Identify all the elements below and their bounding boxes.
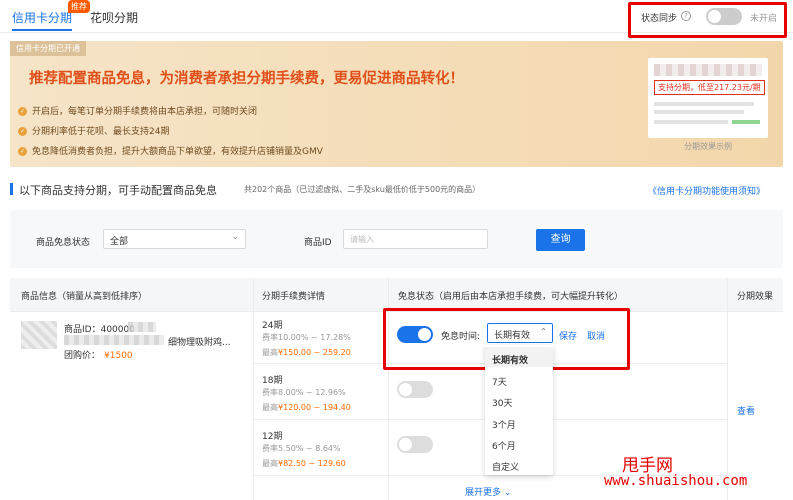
option-long-term[interactable]: 长期有效 [492,353,528,366]
product-name: 细物理吸附鸡... [168,338,231,348]
option-7-days[interactable]: 7天 [492,375,507,388]
section-subtitle: 共202个商品（已过滤虚拟、二手及sku最低价低于500元的商品） [244,185,481,194]
product-id: 商品ID：400000 [64,325,135,335]
status-filter-select[interactable]: 全部 ⌄ [103,229,246,249]
free-interest-toggle-12[interactable] [397,436,433,453]
rate-12: 费率5.50% ~ 8.64% [262,444,341,453]
product-id-input[interactable]: 请输入 [343,229,488,249]
max-fee-18: 最高¥120.00 ~ 194.40 [262,403,351,412]
product-thumbnail [21,321,57,349]
product-price: 团购价： ¥1500 [64,351,133,361]
product-id-label: 商品ID [304,238,332,248]
option-3-months[interactable]: 3个月 [492,418,516,431]
preview-caption: 分期效果示例 [684,142,732,151]
blurred-title [64,335,164,345]
status-filter-label: 商品免息状态 [36,238,91,248]
banner-title: 推荐配置商品免息，为消费者承担分期手续费，更易促进商品转化！ [29,71,464,87]
installment-preview: 支持分期，低至217.23元/期 [648,58,768,138]
watermark-url: www.shuaishou.com [604,473,748,489]
check-icon: ✓ [18,127,27,136]
benefit-item: ✓ 分期利率低于花呗、最长支持24期 [18,127,170,137]
max-fee-24: 最高¥150.00 ~ 259.20 [262,348,351,357]
period-18: 18期 [262,376,283,386]
rate-18: 费率8.00% ~ 12.96% [262,388,346,397]
preview-line [654,120,728,124]
preview-promo: 支持分期，低至217.23元/期 [654,80,765,95]
section-title: 以下商品支持分期，可手动配置商品免息 [19,184,217,197]
banner-tag: 信用卡分期已开通 [10,41,86,56]
column-header-effect: 分期效果 [737,292,774,302]
free-interest-toggle-18[interactable] [397,381,433,398]
section-marker [10,183,13,195]
column-header-free-status: 免息状态（启用后由本店承担手续费，可大幅提升转化） [398,292,624,302]
active-tab-underline [12,29,72,31]
period-24: 24期 [262,321,283,331]
tab-credit-card-installment[interactable]: 信用卡分期 [12,9,72,26]
preview-blurred-image [654,64,762,76]
check-icon: ✓ [18,107,27,116]
option-6-months[interactable]: 6个月 [492,439,516,452]
preview-line [654,102,754,106]
rate-24: 费率10.00% ~ 17.28% [262,333,351,342]
benefit-item: ✓ 开启后，每笔订单分期手续费将由本店承担，可随时关闭 [18,107,258,117]
chevron-down-icon: ⌄ [501,488,512,498]
benefit-item: ✓ 免息降低消费者负担，提升大额商品下单欲望，有效提升店铺销量及GMV [18,147,323,157]
preview-line [654,110,744,114]
search-button[interactable]: 查询 [536,229,585,251]
highlight-box-sync [628,2,787,38]
toggle-knob [399,383,412,396]
tab-huabei-installment[interactable]: 花呗分期 [90,9,138,26]
usage-notice-link[interactable]: 《信用卡分期功能使用须知》 [648,184,765,197]
recommend-badge: 推荐 [68,0,90,13]
preview-green-mark [732,120,760,124]
period-12: 12期 [262,432,283,442]
column-divider [727,278,728,500]
column-divider [253,278,254,500]
chevron-down-icon: ⌄ [231,232,239,242]
expand-more-link[interactable]: 展开更多 ⌄ [465,485,511,498]
blurred-id [128,322,156,332]
column-header-fee: 分期手续费详情 [262,292,326,302]
option-custom[interactable]: 自定义 [492,460,519,473]
column-header-product: 商品信息（销量从高到低排序） [21,292,148,302]
toggle-knob [399,438,412,451]
view-effect-link[interactable]: 查看 [737,404,755,417]
option-30-days[interactable]: 30天 [492,396,512,409]
max-fee-12: 最高¥82.50 ~ 129.60 [262,459,346,468]
check-icon: ✓ [18,147,27,156]
